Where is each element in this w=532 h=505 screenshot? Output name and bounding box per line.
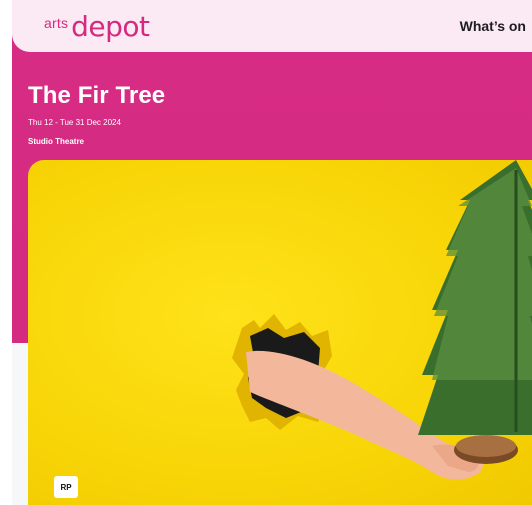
hero-image: RP — [28, 160, 532, 505]
event-venue: Studio Theatre — [28, 137, 85, 146]
logo-depot-text: depot — [71, 10, 150, 43]
hand-holding-tree-illustration — [232, 160, 532, 480]
page: arts depot What’s on The Fir Tree Thu 12… — [12, 0, 532, 505]
rating-badge: RP — [54, 476, 78, 498]
nav-whats-on[interactable]: What’s on — [460, 18, 526, 34]
artsdepot-logo[interactable]: arts depot — [44, 11, 150, 41]
event-title: The Fir Tree — [28, 82, 166, 109]
fir-tree-icon — [418, 160, 532, 435]
site-header: arts depot What’s on — [12, 0, 532, 52]
logo-arts-text: arts — [44, 15, 69, 31]
event-dates: Thu 12 - Tue 31 Dec 2024 — [28, 118, 121, 127]
